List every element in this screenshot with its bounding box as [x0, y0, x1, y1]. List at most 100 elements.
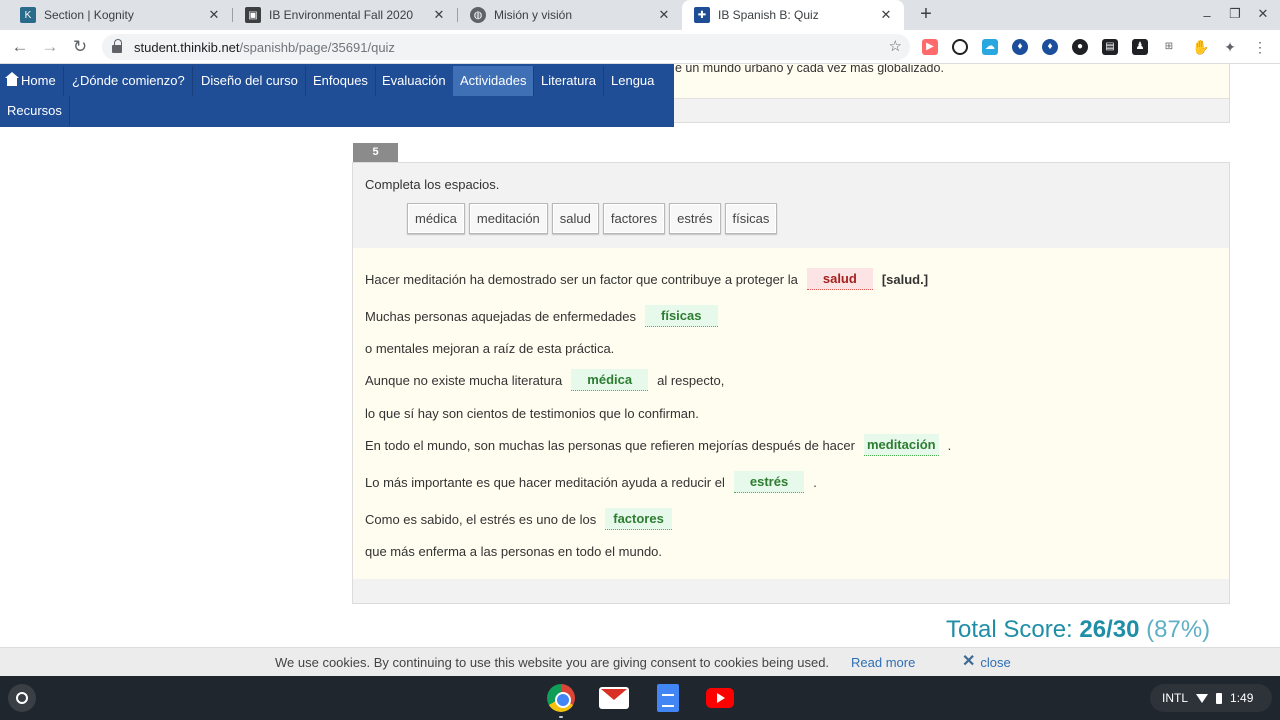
extension-calendar-icon[interactable]: ▤ — [1102, 39, 1118, 55]
word-bank-chip[interactable]: salud — [551, 203, 599, 234]
answer-blank-correct[interactable]: estrés — [733, 471, 805, 493]
word-bank-chip[interactable]: meditación — [468, 203, 548, 234]
sentence-line: Muchas personas aquejadas de enfermedade… — [365, 305, 727, 327]
cookie-read-more-link[interactable]: Read more — [851, 655, 915, 670]
reload-icon[interactable]: ↻ — [69, 36, 91, 58]
globe-icon: ◍ — [470, 7, 486, 23]
youtube-icon[interactable] — [706, 688, 734, 708]
tab-title: IB Spanish B: Quiz — [718, 8, 819, 22]
browser-tab-mision[interactable]: ◍ Misión y visión ✕ — [458, 0, 682, 30]
nav-literatura[interactable]: Literatura — [534, 66, 604, 96]
browser-tab-strip: K Section | Kognity ✕ ▣ IB Environmental… — [0, 0, 1280, 30]
nav-home[interactable]: Home — [0, 66, 64, 96]
launcher-icon[interactable] — [8, 684, 36, 712]
nav-lengua[interactable]: Lengua — [604, 66, 661, 96]
running-indicator — [559, 716, 563, 718]
answer-blank-correct[interactable]: físicas — [645, 305, 718, 327]
thinkib-icon: ✚ — [694, 7, 710, 23]
nav-actividades[interactable]: Actividades — [453, 66, 535, 96]
bookmark-star-icon[interactable]: ☆ — [889, 37, 902, 55]
wifi-icon — [1196, 693, 1209, 703]
answer-blank-correct[interactable]: meditación — [863, 434, 939, 456]
url-host: student.thinkib.net — [134, 39, 240, 55]
browser-tab-kognity[interactable]: K Section | Kognity ✕ — [8, 0, 232, 30]
nav-enfoques[interactable]: Enfoques — [306, 66, 376, 96]
restore-icon[interactable]: ❐ — [1226, 6, 1244, 22]
os-shelf: INTL 1:49 — [0, 676, 1280, 720]
chrome-icon[interactable] — [547, 684, 575, 712]
sentence-text: o mentales mejoran a raíz de esta prácti… — [365, 341, 615, 356]
forward-arrow-icon[interactable]: → — [39, 36, 61, 58]
gmail-icon[interactable] — [599, 687, 629, 709]
correct-answer: [salud.] — [881, 271, 929, 287]
close-tab-icon[interactable]: ✕ — [656, 7, 672, 23]
sentence-text: que más enferma a las personas en todo e… — [365, 544, 663, 559]
nav-diseno-del-curso[interactable]: Diseño del curso — [194, 66, 306, 96]
back-arrow-icon[interactable]: ← — [9, 36, 31, 58]
url-path: /spanishb/page/35691/quiz — [239, 39, 395, 55]
tab-title: Section | Kognity — [44, 8, 134, 22]
score-percent: (87%) — [1146, 616, 1211, 643]
answer-blank-correct[interactable]: factores — [605, 508, 672, 530]
extension-target-icon[interactable] — [952, 39, 968, 55]
sentence-text: Como es sabido, el estrés es uno de los — [365, 511, 597, 527]
close-window-icon[interactable]: ✕ — [1254, 6, 1272, 22]
sentence-text: Aunque no existe mucha literatura — [365, 372, 563, 388]
close-tab-icon[interactable]: ✕ — [878, 7, 894, 23]
sentence-line: Lo más importante es que hacer meditació… — [365, 471, 817, 493]
sentence-text: lo que sí hay son cientos de testimonios… — [365, 406, 699, 421]
sentence-text: . — [947, 437, 952, 453]
sentence-line: Aunque no existe mucha literatura médica… — [365, 369, 724, 391]
question-number: 5 — [353, 143, 398, 162]
cookie-message: We use cookies. By continuing to use thi… — [275, 655, 830, 670]
input-method: INTL — [1162, 691, 1189, 705]
answer-blank-wrong[interactable]: salud — [806, 268, 873, 290]
score-label: Total Score: — [946, 616, 1073, 643]
word-bank-chip[interactable]: físicas — [724, 203, 778, 234]
lock-icon — [112, 38, 122, 53]
page-content: e un mundo urbano y cada vez más globali… — [0, 64, 1280, 676]
extensions-puzzle-icon[interactable]: ✦ — [1222, 39, 1238, 55]
sentence-text: Hacer meditación ha demostrado ser un fa… — [365, 271, 798, 287]
close-tab-icon[interactable]: ✕ — [431, 7, 447, 23]
close-tab-icon[interactable]: ✕ — [206, 7, 222, 23]
extension-shield-icon[interactable]: ♦ — [1012, 39, 1028, 55]
sentence-text: Muchas personas aquejadas de enfermedade… — [365, 308, 637, 324]
total-score: Total Score: 26/30 (87%) — [946, 616, 1210, 644]
word-bank-chip[interactable]: médica — [407, 203, 465, 234]
minimize-icon[interactable]: – — [1198, 8, 1216, 23]
question-footer — [353, 579, 1229, 603]
thinkib-icon: ▣ — [245, 7, 261, 23]
address-bar[interactable]: student.thinkib.net/spanishb/page/35691/… — [102, 34, 910, 60]
browser-tab-quiz[interactable]: ✚ IB Spanish B: Quiz ✕ — [682, 0, 904, 30]
answer-blank-correct[interactable]: médica — [571, 369, 649, 391]
nav-label: Home — [21, 73, 56, 88]
cookie-close-label: close — [980, 654, 1011, 670]
extension-spy-icon[interactable]: ♟ — [1132, 39, 1148, 55]
extension-grid-icon[interactable]: ⊞ — [1161, 39, 1177, 55]
nav-evaluacion[interactable]: Evaluación — [375, 66, 454, 96]
extension-thumb-icon[interactable]: ✋ — [1192, 39, 1209, 55]
nav-recursos[interactable]: Recursos — [0, 96, 70, 126]
extension-cast-icon[interactable]: ▶ — [922, 39, 938, 55]
word-bank-chip[interactable]: estrés — [669, 203, 721, 234]
sentence-line: Hacer meditación ha demostrado ser un fa… — [365, 268, 928, 290]
tab-title: IB Environmental Fall 2020 — [269, 8, 414, 22]
extension-cloud-icon[interactable]: ☁ — [982, 39, 998, 55]
browser-tab-environmental[interactable]: ▣ IB Environmental Fall 2020 ✕ — [233, 0, 457, 30]
new-tab-button[interactable]: + — [914, 3, 938, 27]
docs-icon[interactable] — [657, 684, 679, 712]
extension-shield-icon-2[interactable]: ♦ — [1042, 39, 1058, 55]
site-navigation: Home ¿Dónde comienzo? Diseño del curso E… — [0, 64, 674, 127]
status-tray[interactable]: INTL 1:49 — [1150, 684, 1272, 712]
browser-toolbar: ← → ↻ student.thinkib.net/spanishb/page/… — [0, 30, 1280, 64]
nav-donde-comienzo[interactable]: ¿Dónde comienzo? — [65, 66, 193, 96]
word-bank-chip[interactable]: factores — [602, 203, 666, 234]
previous-question-text: e un mundo urbano y cada vez más globali… — [675, 64, 944, 75]
cookie-consent-bar: We use cookies. By continuing to use thi… — [0, 647, 1280, 676]
cookie-close-button[interactable]: ✕ close — [962, 654, 1011, 670]
kebab-menu-icon[interactable]: ⋮ — [1252, 39, 1268, 55]
sentence-line: que más enferma a las personas en todo e… — [365, 544, 662, 559]
question-instruction: Completa los espacios. — [365, 177, 500, 192]
extension-chat-icon[interactable]: ● — [1072, 39, 1088, 55]
